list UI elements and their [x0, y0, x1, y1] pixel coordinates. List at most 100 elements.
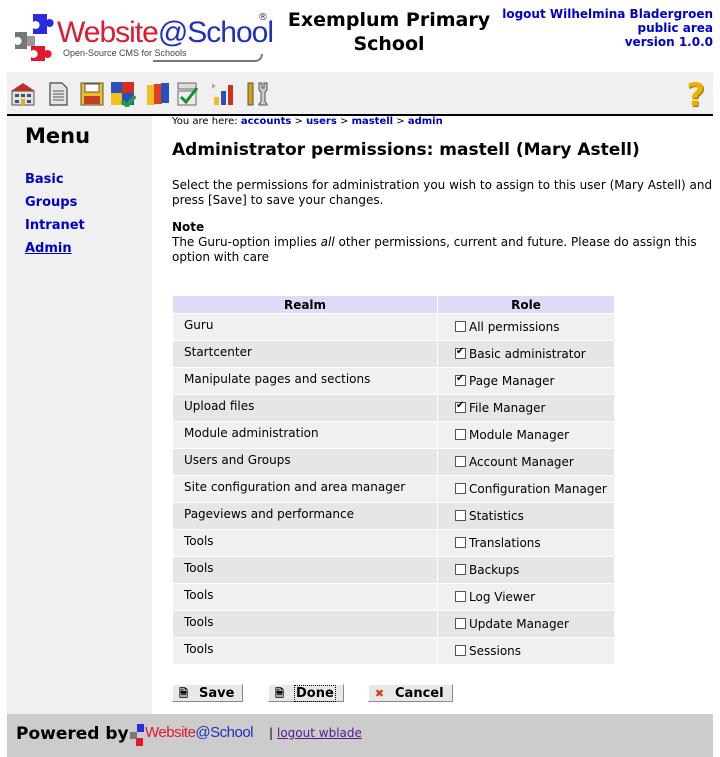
- breadcrumb: You are here: accounts > users > mastell…: [172, 116, 443, 127]
- save-disk-icon[interactable]: [79, 81, 105, 107]
- table-row: Tools Sessions: [173, 637, 615, 664]
- website-at-school-logo[interactable]: Website@School ® Open-Source CMS for Sch…: [13, 10, 274, 62]
- footer-logo-blue: @School: [195, 724, 254, 741]
- role-label[interactable]: Configuration Manager: [469, 482, 607, 496]
- breadcrumb-users[interactable]: users: [306, 116, 337, 127]
- realm-cell: Guru: [173, 313, 438, 341]
- note-text: The Guru-option implies all other permis…: [172, 235, 717, 265]
- sidebar: Menu Basic Groups Intranet Admin: [7, 116, 152, 714]
- footer-logo-red: Website: [145, 724, 196, 741]
- modules-puzzle-icon[interactable]: [110, 81, 136, 107]
- role-cell: Backups: [437, 556, 615, 584]
- role-cell: File Manager: [437, 394, 615, 422]
- role-label[interactable]: Statistics: [469, 509, 524, 523]
- role-cell: Update Manager: [437, 610, 615, 638]
- role-checkbox[interactable]: [455, 321, 466, 332]
- tools-icon[interactable]: [244, 81, 270, 107]
- realm-cell: Tools: [173, 583, 438, 611]
- home-icon[interactable]: [10, 81, 36, 107]
- role-checkbox[interactable]: [455, 373, 466, 386]
- table-header-row: Realm Role: [173, 296, 615, 314]
- breadcrumb-prefix: You are here:: [172, 116, 241, 127]
- page: Website@School ® Open-Source CMS for Sch…: [7, 0, 713, 757]
- role-label[interactable]: Translations: [469, 536, 541, 550]
- role-checkbox[interactable]: [455, 618, 466, 629]
- logo-word-blue: @School: [157, 16, 274, 49]
- help-icon[interactable]: ?: [686, 76, 705, 114]
- table-row: Users and Groups Account Manager: [173, 448, 615, 476]
- table-row: Manipulate pages and sections Page Manage…: [173, 367, 615, 395]
- role-label[interactable]: Sessions: [469, 644, 521, 658]
- public-area-link[interactable]: public area: [502, 21, 714, 35]
- role-cell: Page Manager: [437, 367, 615, 395]
- footer-logout-link[interactable]: logout wblade: [277, 726, 362, 740]
- sidebar-item-basic[interactable]: Basic: [25, 172, 64, 187]
- page-icon[interactable]: [45, 81, 71, 107]
- menu-title: Menu: [25, 124, 91, 148]
- role-checkbox[interactable]: [455, 645, 466, 656]
- header: Website@School ® Open-Source CMS for Sch…: [7, 0, 713, 72]
- role-label[interactable]: Module Manager: [469, 428, 569, 442]
- table-row: Tools Backups: [173, 556, 615, 584]
- role-label[interactable]: Update Manager: [469, 617, 569, 631]
- role-label[interactable]: Account Manager: [469, 455, 574, 469]
- site-title: Exemplum Primary School: [269, 8, 509, 56]
- role-checkbox[interactable]: [455, 591, 466, 602]
- logo-word-red: Website: [57, 16, 159, 49]
- checklist-config-icon[interactable]: [175, 81, 201, 107]
- role-label[interactable]: Backups: [469, 563, 519, 577]
- sidebar-item-intranet[interactable]: Intranet: [25, 218, 85, 233]
- table-row: Startcenter Basic administrator: [173, 340, 615, 368]
- breadcrumb-mastell[interactable]: mastell: [352, 116, 394, 127]
- cancel-button-label: Cancel: [395, 686, 444, 701]
- role-checkbox[interactable]: [455, 429, 466, 440]
- role-cell: Account Manager: [437, 448, 615, 476]
- table-row: Guru All permissions: [173, 313, 615, 341]
- table-row: Module administration Module Manager: [173, 421, 615, 449]
- note-text-before: The Guru-option implies: [172, 235, 321, 249]
- role-checkbox[interactable]: [455, 483, 466, 494]
- role-cell: Statistics: [437, 502, 615, 530]
- breadcrumb-separator: >: [393, 116, 408, 127]
- save-button[interactable]: 🗎 Save: [172, 684, 244, 702]
- registered-mark: ®: [258, 12, 268, 23]
- role-checkbox[interactable]: [455, 537, 466, 548]
- role-label[interactable]: File Manager: [469, 401, 546, 415]
- site-title-line2: School: [353, 33, 425, 55]
- table-row: Upload files File Manager: [173, 394, 615, 422]
- role-checkbox[interactable]: [455, 510, 466, 521]
- logo-swoosh: [153, 54, 263, 62]
- role-label[interactable]: Page Manager: [469, 374, 554, 388]
- version-link[interactable]: version 1.0.0: [502, 35, 713, 49]
- sidebar-item-groups[interactable]: Groups: [25, 195, 77, 210]
- role-cell: Sessions: [437, 637, 615, 664]
- role-cell: Module Manager: [437, 421, 615, 449]
- role-label[interactable]: Log Viewer: [469, 590, 535, 604]
- realm-cell: Tools: [173, 637, 438, 664]
- logout-link[interactable]: logout Wilhelmina Bladergroen: [502, 7, 713, 21]
- user-info: logout Wilhelmina Bladergroen public are…: [502, 7, 713, 49]
- toolbar: ?: [7, 72, 713, 116]
- role-cell: Translations: [437, 529, 615, 557]
- table-row: Pageviews and performance Statistics: [173, 502, 615, 530]
- role-label[interactable]: All permissions: [469, 320, 559, 334]
- breadcrumb-admin[interactable]: admin: [408, 116, 443, 127]
- statistics-bar-icon[interactable]: [210, 81, 236, 107]
- faces-accounts-icon[interactable]: [145, 81, 171, 107]
- role-checkbox[interactable]: [455, 564, 466, 575]
- done-button[interactable]: 🗎 Done: [268, 684, 344, 702]
- table-row: Tools Update Manager: [173, 610, 615, 638]
- role-checkbox[interactable]: [455, 400, 466, 413]
- column-header-role: Role: [437, 296, 615, 314]
- footer-separator: |: [269, 726, 274, 740]
- sidebar-item-admin[interactable]: Admin: [25, 241, 72, 256]
- role-checkbox[interactable]: [455, 456, 466, 467]
- table-row: Site configuration and area manager Confi…: [173, 475, 615, 503]
- footer-logo[interactable]: Website@School: [129, 721, 259, 749]
- breadcrumb-accounts[interactable]: accounts: [241, 116, 291, 127]
- role-cell: All permissions: [437, 313, 615, 341]
- role-cell: Basic administrator: [437, 340, 615, 368]
- role-label[interactable]: Basic administrator: [469, 347, 586, 361]
- role-checkbox[interactable]: [455, 346, 466, 359]
- cancel-button[interactable]: ✖ Cancel: [368, 684, 453, 702]
